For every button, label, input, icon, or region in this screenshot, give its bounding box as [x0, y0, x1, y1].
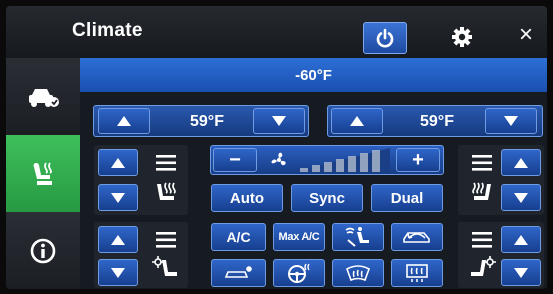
outside-temperature-bar: -60°F [80, 58, 547, 92]
passenger-temp-value: 59°F [420, 113, 454, 130]
seat-icon [33, 162, 52, 185]
passenger-seat-heat-up-button[interactable] [501, 149, 541, 176]
tab-vehicle[interactable] [6, 58, 80, 136]
down-arrow-icon [111, 267, 125, 278]
driver-seat-vent-up-button[interactable] [98, 226, 138, 253]
driver-seat-vent-down-button[interactable] [98, 259, 138, 286]
up-arrow-icon [350, 116, 364, 126]
header-bar: Climate × [6, 6, 547, 58]
page-title: Climate [72, 20, 143, 41]
tab-seat[interactable] [6, 135, 80, 213]
driver-seat-heat-down-button[interactable] [98, 184, 138, 211]
mirror-heat-icon [224, 266, 252, 278]
sidebar [6, 58, 80, 289]
rear-defrost-icon [406, 264, 428, 282]
fan-speed-down-button[interactable]: − [213, 148, 257, 172]
rear-defrost-button[interactable] [391, 259, 443, 287]
up-arrow-icon [111, 234, 125, 245]
front-defrost-button[interactable] [332, 259, 384, 287]
passenger-temp-up-button[interactable] [331, 108, 383, 134]
level-bars-icon [156, 232, 176, 248]
down-arrow-icon [111, 192, 125, 203]
sync-button[interactable]: Sync [291, 184, 363, 212]
tab-info[interactable] [6, 212, 80, 289]
recirculation-button[interactable] [391, 223, 443, 251]
passenger-seat-vent-up-button[interactable] [501, 226, 541, 253]
airflow-face-feet-icon [345, 227, 369, 247]
climate-controls: 59°F 59°F − + Auto Sync Dual A/C Max A/C [80, 92, 547, 289]
info-icon [30, 238, 56, 263]
settings-button[interactable] [447, 22, 477, 52]
driver-temp-up-button[interactable] [98, 108, 150, 134]
climate-screen: Climate × -60°F 59°F 59°F − + Auto Sync … [6, 6, 547, 289]
passenger-seat-vent-down-button[interactable] [501, 259, 541, 286]
level-bars-icon [472, 155, 492, 171]
down-arrow-icon [514, 267, 528, 278]
down-arrow-icon [272, 116, 286, 126]
seat-heat-icon [472, 182, 491, 200]
front-defrost-icon [346, 265, 370, 282]
fan-icon [271, 152, 286, 166]
passenger-seat-heat-down-button[interactable] [501, 184, 541, 211]
ac-button[interactable]: A/C [211, 223, 266, 251]
steering-wheel-heat-icon [288, 263, 310, 283]
seat-heat-icon [157, 182, 176, 200]
power-icon [376, 28, 394, 48]
car-icon [29, 88, 59, 107]
close-button[interactable]: × [511, 20, 541, 50]
mirror-heat-button[interactable] [211, 259, 266, 287]
airflow-mode-button[interactable] [332, 223, 384, 251]
power-button[interactable] [363, 22, 407, 54]
up-arrow-icon [117, 116, 131, 126]
auto-button[interactable]: Auto [211, 184, 283, 212]
up-arrow-icon [111, 157, 125, 168]
seat-vent-icon [471, 256, 496, 276]
level-bars-icon [156, 155, 176, 171]
driver-temp-down-button[interactable] [253, 108, 305, 134]
fan-speed-up-button[interactable]: + [396, 148, 440, 172]
level-bars-icon [472, 232, 492, 248]
seat-vent-icon [152, 256, 177, 276]
down-arrow-icon [504, 116, 518, 126]
up-arrow-icon [514, 234, 528, 245]
down-arrow-icon [514, 192, 528, 203]
max-ac-button[interactable]: Max A/C [273, 223, 325, 251]
up-arrow-icon [514, 157, 528, 168]
driver-temp-value: 59°F [190, 113, 224, 130]
gear-icon [452, 27, 472, 47]
passenger-temp-down-button[interactable] [485, 108, 537, 134]
dual-button[interactable]: Dual [371, 184, 443, 212]
recirculation-icon [403, 232, 430, 243]
driver-seat-heat-up-button[interactable] [98, 149, 138, 176]
steering-heat-button[interactable] [273, 259, 325, 287]
fan-level-indicator [294, 148, 390, 172]
outside-temperature: -60°F [295, 66, 332, 84]
